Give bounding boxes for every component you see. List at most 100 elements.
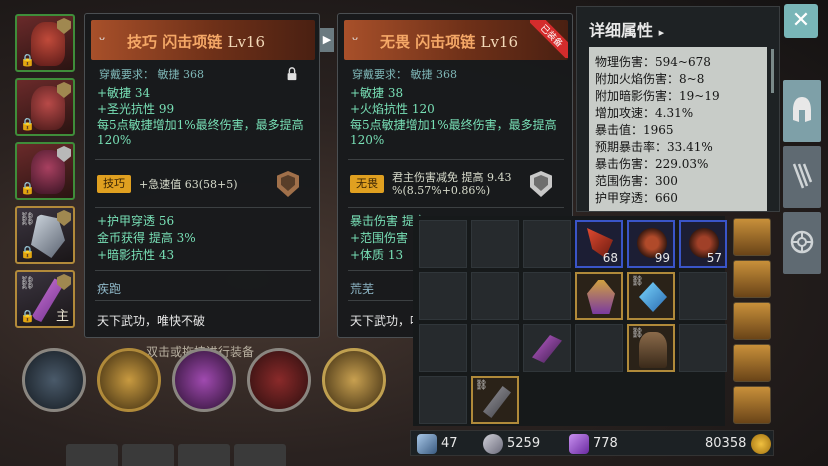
currency-value: 778	[593, 436, 618, 451]
bag-slot-2[interactable]	[733, 260, 771, 298]
attributes-scrollbar[interactable]	[771, 49, 774, 93]
lock-icon: 🔒	[20, 181, 35, 195]
inventory-slot[interactable]	[575, 324, 623, 372]
lock-icon: 🔒	[20, 53, 35, 67]
tab-skills[interactable]	[783, 146, 821, 208]
stat-line: +火焰抗性 120	[350, 102, 435, 116]
skill-slot-2[interactable]	[97, 348, 161, 412]
attribute-row: 增加攻速：4.31%	[595, 106, 694, 120]
affix-tag: 无畏	[350, 175, 384, 193]
inventory-slot[interactable]	[471, 220, 519, 268]
inventory-slot[interactable]	[523, 272, 571, 320]
inventory-slot[interactable]	[679, 324, 727, 372]
stat-line: +暗影抗性 43	[97, 248, 175, 262]
bag-slot-4[interactable]	[733, 344, 771, 382]
equipment-slot-armor[interactable]: 🔒	[15, 78, 75, 136]
currency-bar: 47 5259 778 80358	[410, 430, 774, 456]
item-count: 57	[706, 251, 722, 265]
currency-value: 5259	[507, 436, 541, 451]
item-count: 99	[654, 251, 670, 265]
currency-value: 80358	[705, 436, 747, 451]
bronze-rank-icon	[277, 171, 299, 197]
divider	[348, 159, 564, 160]
helmet-tab-icon	[793, 97, 811, 122]
lock-icon: 🔒	[20, 245, 35, 259]
wheel-tab-icon	[790, 230, 814, 254]
bottom-tab[interactable]	[122, 444, 174, 466]
bag-slot-3[interactable]	[733, 302, 771, 340]
padlock-icon	[287, 67, 297, 81]
close-button[interactable]: ✕	[784, 4, 818, 38]
bottom-tab[interactable]	[66, 444, 118, 466]
equipped-ribbon: 已装备	[530, 20, 568, 58]
crystal-currency-icon	[569, 434, 589, 454]
stat-line: +圣光抗性 99	[97, 102, 175, 116]
bottom-tab[interactable]	[234, 444, 286, 466]
skill-slot-4[interactable]	[247, 348, 311, 412]
item-motto: 天下武功，唯快不破	[97, 314, 206, 328]
gem-currency-icon	[483, 434, 503, 454]
bag-slot-5[interactable]	[733, 386, 771, 424]
item-title: 无畏 闪击项链 Lv16	[380, 33, 519, 51]
lock-icon: 🔒	[20, 309, 35, 323]
attribute-row: 预期暴击率：33.41%	[595, 140, 713, 154]
attribute-row: 暴击伤害：229.03%	[595, 157, 709, 171]
attribute-row: 附加暗影伤害：19~19	[595, 89, 720, 103]
equipment-slot-main-weapon[interactable]: ⛓ 🔒 主	[15, 270, 75, 328]
inventory-slot[interactable]: ⛓	[627, 272, 675, 320]
inventory-slot[interactable]	[523, 220, 571, 268]
cloak-icon	[639, 332, 667, 368]
equipment-slot-boots[interactable]: ⛓ 🔒	[15, 206, 75, 264]
tooltip-header: ᵕ 技巧 闪击项链 Lv16	[91, 20, 315, 60]
swords-currency-icon	[417, 434, 437, 454]
silver-rank-icon	[530, 171, 552, 197]
item-title: 技巧 闪击项链 Lv16	[127, 33, 266, 51]
stat-line: +体质 13	[350, 248, 404, 262]
divider	[95, 270, 311, 271]
equipment-slot-legs[interactable]: 🔒	[15, 142, 75, 200]
inventory-slot[interactable]	[419, 376, 467, 424]
attribute-row: 护甲穿透：660	[595, 191, 678, 205]
affix-text: +急速值 63(58+5)	[139, 178, 238, 191]
inventory-slot[interactable]	[419, 272, 467, 320]
inventory-slot[interactable]: 99	[627, 220, 675, 268]
stat-line: +敏捷 34	[97, 86, 151, 100]
tab-equipment[interactable]	[783, 80, 821, 142]
skill-slot-3[interactable]	[172, 348, 236, 412]
inventory-slot[interactable]: 68	[575, 220, 623, 268]
inventory-slot[interactable]	[575, 272, 623, 320]
inventory-slot[interactable]	[523, 324, 571, 372]
inventory-slot[interactable]	[419, 324, 467, 372]
chain-icon: ⛓	[475, 380, 488, 391]
attributes-list[interactable]: 物理伤害：594~678 附加火焰伤害：8~8 附加暗影伤害：19~19 增加攻…	[589, 47, 767, 211]
equipment-slot-helmet[interactable]: 🔒	[15, 14, 75, 72]
inventory-slot[interactable]	[471, 272, 519, 320]
item-count: 68	[602, 251, 618, 265]
tab-settings[interactable]	[783, 212, 821, 274]
affix-text: %(8.57%+0.86%)	[392, 184, 491, 197]
attributes-title: 详细属性 ▸	[589, 21, 665, 40]
stat-line: +护甲穿透 56	[97, 214, 175, 228]
inventory-slot[interactable]: 57	[679, 220, 727, 268]
divider	[95, 159, 311, 160]
tooltip-header: ᵕ 无畏 闪击项链 Lv16 已装备	[344, 20, 568, 60]
stat-description: 每5点敏捷增加1%最终伤害，最多提高120%	[350, 118, 557, 147]
attribute-row: 暴击值：1965	[595, 123, 674, 137]
inventory-grid: 68 99 57 ⛓ ⛓ ⛓	[413, 216, 727, 426]
inventory-slot[interactable]	[419, 220, 467, 268]
attribute-row: 附加火焰伤害：8~8	[595, 72, 705, 86]
inventory-slot[interactable]	[679, 272, 727, 320]
inventory-slot[interactable]: ⛓	[471, 376, 519, 424]
requirement: 穿戴要求： 敏捷 368	[99, 68, 204, 81]
currency-value: 47	[441, 436, 458, 451]
skill-slot-5[interactable]	[322, 348, 386, 412]
stat-description: 每5点敏捷增加1%最终伤害，最多提高120%	[97, 118, 304, 147]
bag-slot-1[interactable]	[733, 218, 771, 256]
inventory-slot[interactable]	[471, 324, 519, 372]
potion-icon	[587, 280, 615, 314]
claws-tab-icon	[792, 163, 813, 189]
bottom-tab[interactable]	[178, 444, 230, 466]
inventory-slot[interactable]: ⛓	[627, 324, 675, 372]
skill-slot-1[interactable]	[22, 348, 86, 412]
set-name: 荒芜	[350, 282, 375, 296]
